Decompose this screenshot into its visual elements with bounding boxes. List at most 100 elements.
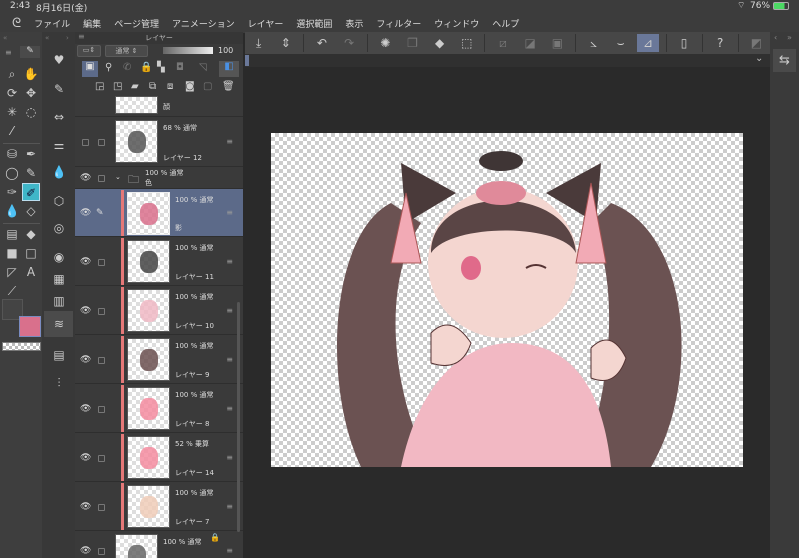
collapse-icon[interactable]: »: [787, 33, 792, 42]
visibility-eye-icon[interactable]: 👁: [80, 173, 91, 183]
tool-property-icon[interactable]: ⇔: [50, 108, 68, 126]
layer-row[interactable]: 68 % 通常 レイヤー 12 ≡: [75, 117, 243, 167]
layer-row[interactable]: 👁 100 % 通常 レイヤー 7 ≡: [75, 482, 243, 531]
brush-tool-icon[interactable]: ✐: [22, 183, 40, 201]
lock-icon[interactable]: 🔒: [140, 62, 152, 73]
menu-page[interactable]: ページ管理: [114, 17, 159, 30]
invert-selection-icon[interactable]: ◪: [520, 34, 541, 52]
menu-selection[interactable]: 選択範囲: [296, 17, 332, 30]
duplicate-icon[interactable]: ⧉: [149, 81, 156, 92]
pencil-icon[interactable]: ✎: [22, 164, 40, 182]
menu-view[interactable]: 表示: [345, 17, 363, 30]
layer-menu-icon[interactable]: ≡: [226, 404, 233, 413]
material-icon[interactable]: ♥: [50, 51, 68, 69]
lock-toggle[interactable]: [98, 139, 105, 146]
layer-row[interactable]: 顔: [75, 96, 243, 117]
color-icon[interactable]: 💧: [50, 163, 68, 181]
bucket-icon[interactable]: ◆: [22, 225, 40, 243]
layer-row[interactable]: 👁 52 % 乗算 レイヤー 14 ≡: [75, 433, 243, 482]
visibility-eye-icon[interactable]: 👁: [80, 546, 91, 556]
move-icon[interactable]: ✥: [22, 84, 40, 102]
opacity-value[interactable]: 100: [218, 46, 233, 55]
layer-menu-icon[interactable]: ≡: [226, 546, 233, 555]
layer-row[interactable]: 👁 100 % 通常 レイヤー 8 ≡: [75, 384, 243, 433]
menu-file[interactable]: ファイル: [34, 17, 70, 30]
layer-menu-icon[interactable]: ≡: [226, 355, 233, 364]
menu-filter[interactable]: フィルター: [376, 17, 421, 30]
fill-icon[interactable]: ◆: [429, 34, 450, 52]
route-icon[interactable]: ⇆: [773, 49, 796, 72]
lasso-icon[interactable]: ◌: [22, 103, 40, 121]
layer-menu-icon[interactable]: ≡: [226, 137, 233, 146]
pen-pressure-icon[interactable]: ⊿: [637, 34, 659, 52]
opacity-slider[interactable]: [163, 47, 213, 54]
menu-layer[interactable]: レイヤー: [248, 17, 284, 30]
balloon-icon[interactable]: ◯: [3, 164, 21, 182]
layer-menu-icon[interactable]: ≡: [226, 306, 233, 315]
eraser-icon[interactable]: ◇: [22, 202, 40, 220]
timeline-icon[interactable]: ▥: [50, 292, 68, 310]
lock-toggle[interactable]: [98, 454, 105, 462]
visibility-eye-icon[interactable]: 👁: [80, 502, 91, 512]
layer-row[interactable]: 👁 100 % 通常 🔒 ≡: [75, 531, 243, 558]
visibility-eye-icon[interactable]: 👁: [80, 453, 91, 463]
chevron-right-icon[interactable]: ›: [66, 34, 69, 42]
redo-icon[interactable]: ↷: [339, 34, 360, 52]
lock-transparent-icon[interactable]: ▚: [157, 62, 165, 73]
ruler-icon[interactable]: ⦣: [583, 34, 604, 52]
apply-mask-icon[interactable]: ▢: [203, 81, 212, 92]
blend-icon[interactable]: 💧: [3, 202, 21, 220]
layer-row[interactable]: 👁 100 % 通常 レイヤー 11 ≡: [75, 237, 243, 286]
ruler-tool-icon[interactable]: ◸: [3, 263, 21, 281]
selection-border-icon[interactable]: ▣: [547, 34, 568, 52]
zoom-icon[interactable]: ⌕: [3, 65, 21, 83]
frame-icon[interactable]: ▤: [3, 225, 21, 243]
layer-scrollbar[interactable]: [237, 302, 240, 532]
collapse-icon[interactable]: «: [45, 34, 49, 42]
layer-property-icon[interactable]: ◉: [50, 248, 68, 266]
trash-icon[interactable]: 🗑: [222, 81, 235, 92]
draft-icon[interactable]: ✆: [123, 62, 131, 73]
reference-icon[interactable]: ⚲: [105, 62, 112, 73]
menu-window[interactable]: ウィンドウ: [434, 17, 479, 30]
transform-icon[interactable]: ⬚: [456, 34, 477, 52]
copy-icon[interactable]: ❐: [402, 34, 423, 52]
app-logo-icon[interactable]: ᘓ: [12, 16, 21, 31]
layer-row[interactable]: 👁 100 % 通常 レイヤー 10 ≡: [75, 286, 243, 335]
ink-pen-icon[interactable]: ✑: [3, 183, 21, 201]
lock-toggle[interactable]: [98, 356, 105, 364]
layer-color-icon[interactable]: ◧: [219, 61, 239, 77]
pen-tab-icon[interactable]: ✎: [20, 46, 40, 58]
lock-toggle[interactable]: [98, 405, 105, 413]
layer-color-select[interactable]: ▭⇕: [77, 45, 101, 57]
new-vector-layer-icon[interactable]: ◳: [113, 81, 122, 92]
clip-icon[interactable]: ▣: [82, 61, 98, 77]
lock-toggle[interactable]: [98, 307, 105, 315]
layer-menu-icon[interactable]: ≡: [226, 502, 233, 511]
layer-row[interactable]: 👁 100 % 通常 レイヤー 9 ≡: [75, 335, 243, 384]
layer-menu-icon[interactable]: ≡: [226, 453, 233, 462]
lock-toggle[interactable]: [98, 548, 105, 555]
sub-color-swatch[interactable]: [19, 316, 41, 337]
pen-icon[interactable]: ✒: [22, 145, 40, 163]
lock-toggle[interactable]: [98, 503, 105, 511]
visibility-toggle[interactable]: [82, 139, 89, 146]
magic-wand-icon[interactable]: ✳: [3, 103, 21, 121]
layer-menu-icon[interactable]: ≡: [226, 208, 233, 217]
lock-toggle[interactable]: [98, 175, 105, 182]
layer-menu-icon[interactable]: ≡: [226, 257, 233, 266]
expand-icon[interactable]: «: [3, 34, 7, 42]
adjust-icon[interactable]: ⫶: [50, 374, 68, 392]
mask-icon[interactable]: ◘: [176, 62, 184, 73]
chevron-left-icon[interactable]: ‹: [774, 33, 777, 42]
history-icon[interactable]: ▤: [50, 346, 68, 364]
resize-icon[interactable]: ◩: [746, 34, 767, 52]
eyedropper-icon[interactable]: ⁄: [3, 122, 21, 140]
blend-mode-select[interactable]: 通常 ⇕: [105, 45, 148, 57]
transparent-color-swatch[interactable]: [2, 342, 41, 351]
loading-icon[interactable]: ✺: [375, 34, 396, 52]
color-set-icon[interactable]: ⬡: [50, 192, 68, 210]
rotate-icon[interactable]: ⟳: [3, 84, 21, 102]
visibility-eye-icon[interactable]: 👁: [80, 306, 91, 316]
new-folder-icon[interactable]: ▰: [131, 81, 139, 92]
